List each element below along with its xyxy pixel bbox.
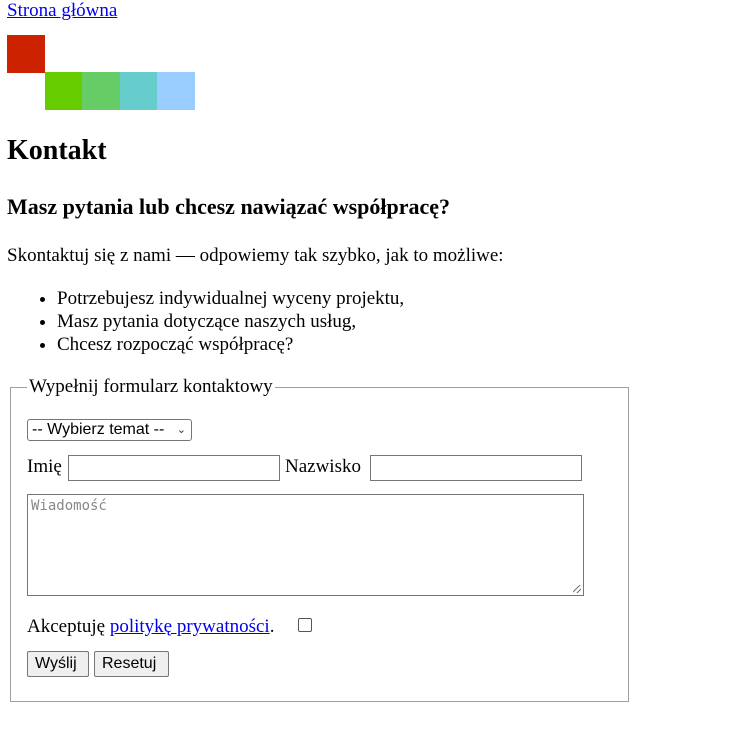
first-name-label: Imię (27, 456, 62, 477)
site-logo (7, 35, 195, 110)
logo-square-lightgreen (82, 72, 120, 110)
consent-row: Akceptuję politykę prywatności. (27, 615, 274, 639)
logo-square-lightblue (157, 72, 195, 110)
topic-select-value: -- Wybierz temat -- (32, 421, 165, 438)
list-item: Masz pytania dotyczące naszych usług, (57, 310, 404, 333)
resize-grip-icon[interactable] (573, 585, 581, 593)
last-name-input[interactable] (370, 455, 582, 481)
consent-prefix: Akceptuję (27, 616, 110, 637)
form-legend: Wypełnij formularz kontaktowy (27, 376, 275, 398)
logo-square-green (45, 72, 83, 110)
logo-square-teal (120, 72, 158, 110)
last-name-label: Nazwisko (285, 456, 361, 477)
reset-button[interactable]: Resetuj (94, 651, 169, 677)
privacy-policy-link[interactable]: politykę prywatności (110, 616, 270, 637)
intro-text: Skontaktuj się z nami — odpowiemy tak sz… (7, 245, 504, 266)
send-button[interactable]: Wyślij (27, 651, 89, 677)
page-title: Kontakt (7, 135, 107, 166)
home-link[interactable]: Strona główna (7, 0, 117, 22)
consent-suffix: . (269, 616, 275, 637)
reasons-list: Potrzebujesz indywidualnej wyceny projek… (0, 287, 404, 356)
consent-checkbox[interactable] (298, 618, 312, 632)
list-item: Potrzebujesz indywidualnej wyceny projek… (57, 287, 404, 310)
list-item: Chcesz rozpocząć współpracę? (57, 333, 404, 356)
chevron-down-icon: ⌄ (176, 424, 186, 436)
page-subtitle: Masz pytania lub chcesz nawiązać współpr… (7, 194, 451, 219)
message-textarea[interactable]: Wiadomość (27, 494, 584, 596)
logo-square-red (7, 35, 45, 73)
message-placeholder: Wiadomość (31, 498, 107, 514)
first-name-input[interactable] (68, 455, 280, 481)
topic-select[interactable]: -- Wybierz temat -- ⌄ (27, 419, 192, 441)
